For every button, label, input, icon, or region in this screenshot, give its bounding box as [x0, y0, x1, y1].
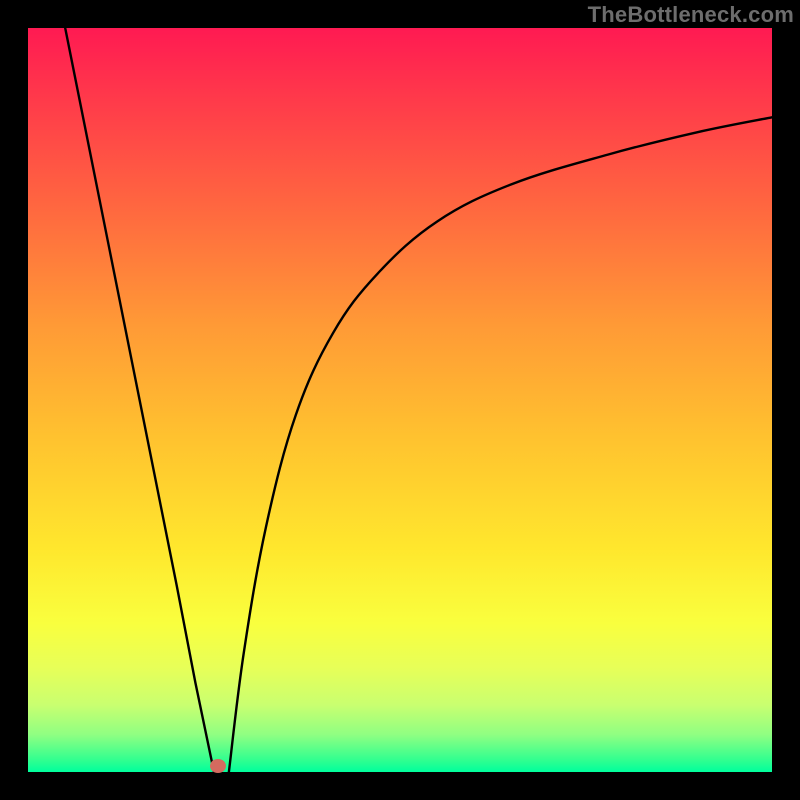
bottleneck-curve: [28, 28, 772, 772]
chart-frame: TheBottleneck.com: [0, 0, 800, 800]
bottleneck-marker: [210, 759, 226, 773]
watermark-text: TheBottleneck.com: [588, 2, 794, 28]
curve-left-branch: [65, 28, 214, 772]
curve-right-branch: [229, 117, 772, 772]
